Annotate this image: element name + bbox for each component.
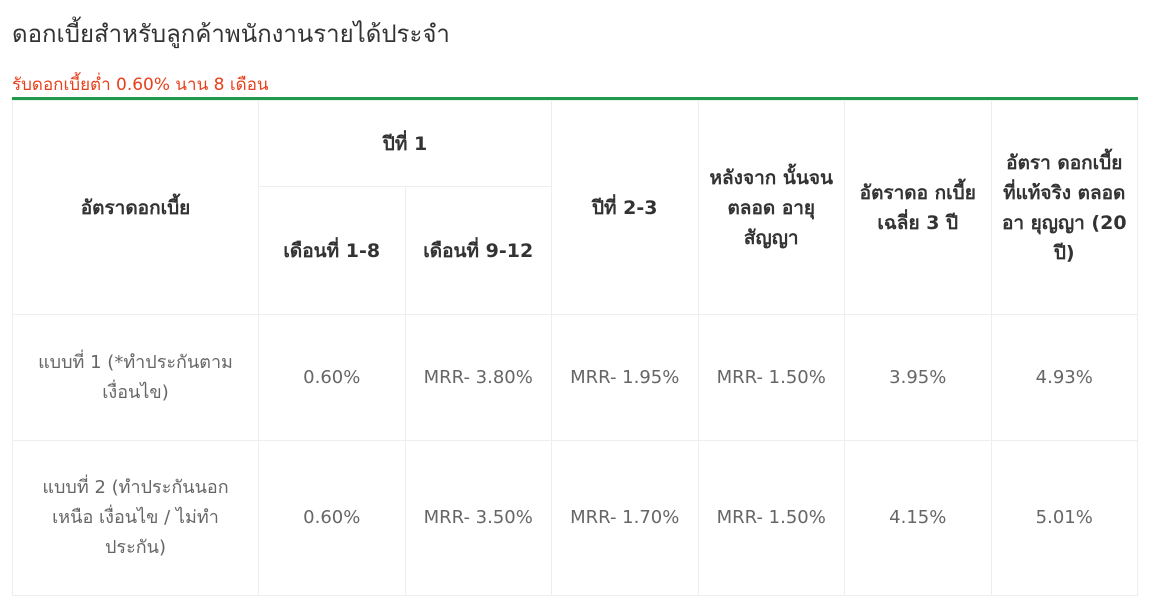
header-interest-rate: อัตราดอกเบี้ย (12, 100, 259, 315)
cell-month-1-8: 0.60% (258, 440, 406, 596)
table-row: แบบที่ 2 (ทำประกันนอกเหนือ เงื่อนไข / ไม… (12, 440, 1138, 596)
promo-subtitle: รับดอกเบี้ยต่ำ 0.60% นาน 8 เดือน (12, 75, 269, 95)
table-row: แบบที่ 1 (*ทำประกันตาม เงื่อนไข) 0.60% M… (12, 314, 1138, 441)
cell-after-until-end: MRR- 1.50% (697, 440, 845, 596)
cell-average-3-years: 3.95% (844, 314, 992, 441)
interest-rate-table: อัตราดอกเบี้ย ปีที่ 1 ปีที่ 2-3 หลังจาก … (12, 100, 1138, 596)
header-month-9-12: เดือนที่ 9-12 (404, 186, 552, 315)
row-label: แบบที่ 2 (ทำประกันนอกเหนือ เงื่อนไข / ไม… (12, 440, 259, 596)
cell-month-9-12: MRR- 3.50% (404, 440, 552, 596)
page-title: ดอกเบี้ยสำหรับลูกค้าพนักงานรายได้ประจำ (12, 20, 450, 48)
cell-effective-rate-20-years: 5.01% (990, 440, 1138, 596)
cell-after-until-end: MRR- 1.50% (697, 314, 845, 441)
cell-effective-rate-20-years: 4.93% (990, 314, 1138, 441)
cell-average-3-years: 4.15% (844, 440, 992, 596)
header-after-until-end: หลังจาก นั้นจน ตลอด อายุ สัญญา (697, 100, 845, 315)
row-label: แบบที่ 1 (*ทำประกันตาม เงื่อนไข) (12, 314, 259, 441)
cell-year-2-3: MRR- 1.70% (551, 440, 699, 596)
header-year-1: ปีที่ 1 (258, 100, 552, 187)
cell-month-9-12: MRR- 3.80% (404, 314, 552, 441)
cell-year-2-3: MRR- 1.95% (551, 314, 699, 441)
table-header-row: อัตราดอกเบี้ย ปีที่ 1 ปีที่ 2-3 หลังจาก … (12, 100, 1138, 315)
cell-month-1-8: 0.60% (258, 314, 406, 441)
header-year-2-3: ปีที่ 2-3 (551, 100, 699, 315)
header-month-1-8: เดือนที่ 1-8 (258, 186, 406, 315)
header-effective-rate-20-years: อัตรา ดอกเบี้ย ที่แท้จริง ตลอดอา ยุญญา (… (990, 100, 1138, 315)
header-average-3-years: อัตราดอ กเบี้ย เฉลี่ย 3 ปี (844, 100, 992, 315)
